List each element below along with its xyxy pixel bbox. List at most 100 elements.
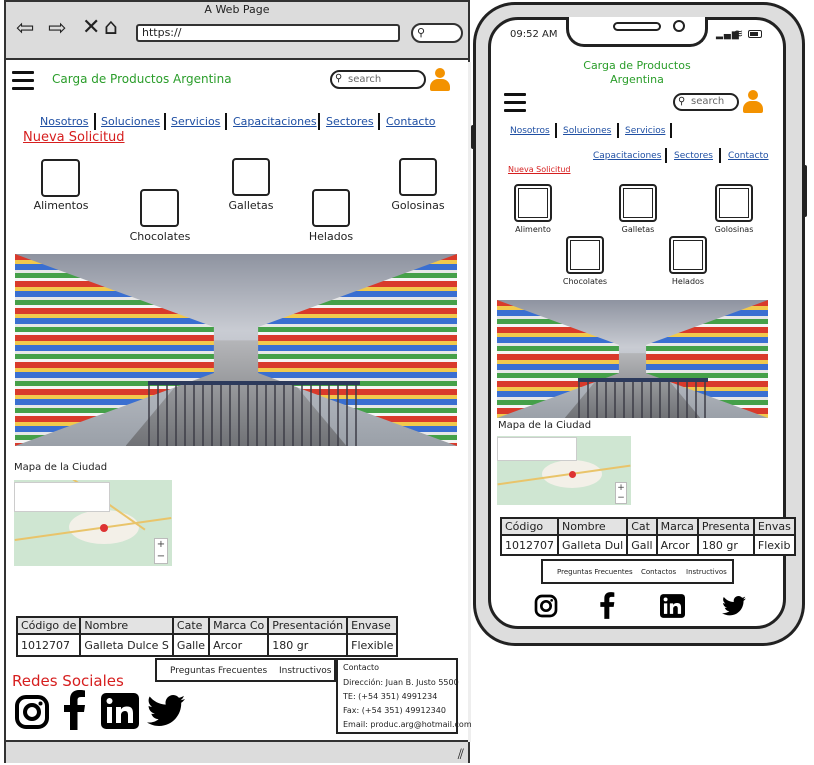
mobile-contact-link[interactable]: Contactos: [641, 568, 676, 576]
col-header: Cate: [171, 616, 211, 635]
category-alimentos-label: Alimentos: [33, 199, 89, 212]
home-icon[interactable]: ⌂: [104, 17, 118, 39]
mobile-category-chocolates-box[interactable]: [566, 236, 604, 274]
facebook-icon[interactable]: [62, 690, 86, 734]
mobile-product-table: Código Nombre Cat Marca Presenta Envas 1…: [500, 517, 796, 556]
contact-phone: TE: (+54 351) 4991234: [343, 692, 438, 701]
hamburger-menu-icon[interactable]: [12, 71, 34, 95]
mobile-footer-links-box: Preguntas Frecuentes Contactos Instructi…: [541, 559, 734, 584]
mobile-nav-link-nosotros[interactable]: Nosotros: [510, 126, 550, 136]
scrollbar[interactable]: [468, 62, 471, 742]
instagram-icon[interactable]: [14, 694, 50, 734]
mobile-nav-link-capacitaciones[interactable]: Capacitaciones: [593, 151, 661, 161]
table-cell: Galle: [171, 633, 211, 657]
mobile-map-title: Mapa de la Ciudad: [498, 420, 592, 431]
col-header: Marca: [655, 517, 699, 536]
table-header-row: Código Nombre Cat Marca Presenta Envas: [500, 517, 796, 536]
mobile-category-golosinas-label: Golosinas: [714, 225, 754, 234]
mobile-category-galletas-box[interactable]: [619, 184, 657, 222]
url-bar[interactable]: https://: [136, 24, 400, 42]
mobile-hamburger-menu-icon[interactable]: [504, 93, 526, 117]
category-helados-box[interactable]: [312, 189, 350, 227]
table-row[interactable]: 1012707 Galleta Dul Gall Arcor 180 gr Fl…: [500, 534, 796, 556]
table-cell: Flexib: [752, 534, 796, 556]
category-galletas-label: Galletas: [228, 199, 274, 212]
nav-link-soluciones[interactable]: Soluciones: [101, 115, 160, 128]
nav-separator: [318, 113, 320, 130]
battery-icon: [748, 30, 762, 38]
mobile-linkedin-icon[interactable]: [660, 594, 685, 622]
mobile-user-avatar-icon[interactable]: [743, 90, 763, 114]
nav-link-nosotros[interactable]: Nosotros: [40, 115, 88, 128]
browser-search-box[interactable]: ⚲: [411, 23, 463, 43]
linkedin-icon[interactable]: [101, 693, 139, 733]
nav-separator: [670, 123, 672, 138]
contact-email: Email: produc.arg@hotmail.com: [343, 720, 472, 729]
nav-separator: [719, 148, 721, 163]
mobile-search-input[interactable]: ⚲ search: [673, 93, 739, 111]
map-info-card: [14, 482, 110, 512]
mobile-city-map[interactable]: + −: [497, 436, 631, 505]
search-icon: ⚲: [417, 26, 426, 39]
nav-link-servicios[interactable]: Servicios: [171, 115, 220, 128]
mobile-category-alimento-label: Alimento: [515, 225, 551, 234]
category-chocolates-label: Chocolates: [129, 230, 191, 243]
contact-fax: Fax: (+54 351) 49912340: [343, 706, 446, 715]
col-header: Envase: [346, 616, 399, 635]
mobile-nav-link-servicios[interactable]: Servicios: [625, 126, 665, 136]
mobile-facebook-icon[interactable]: [599, 592, 615, 623]
wifi-icon: ≋: [734, 27, 744, 40]
mobile-instructions-link[interactable]: Instructivos: [686, 568, 727, 576]
mobile-nav-link-soluciones[interactable]: Soluciones: [563, 126, 611, 136]
nav-link-contacto[interactable]: Contacto: [386, 115, 436, 128]
table-cell: Arcor: [655, 534, 699, 556]
site-title: Carga de Productos Argentina: [52, 72, 232, 86]
faq-link[interactable]: Preguntas Frecuentes: [170, 666, 267, 676]
product-table: Código de Nombre Cate Marca Co Presentac…: [15, 616, 399, 657]
mobile-site-title: Carga de Productos Argentina: [570, 59, 704, 87]
mobile-instagram-icon[interactable]: [534, 594, 558, 622]
supermarket-aisle-image: [15, 254, 457, 446]
resize-grip-icon[interactable]: ⫽: [458, 747, 464, 763]
new-request-link[interactable]: Nueva Solicitud: [23, 130, 125, 145]
close-x-icon[interactable]: ✕: [82, 17, 100, 39]
col-header: Código de: [15, 616, 82, 635]
map-zoom-controls[interactable]: + −: [615, 482, 627, 504]
instructions-link[interactable]: Instructivos: [279, 666, 331, 676]
col-header: Código: [500, 517, 559, 536]
search-input[interactable]: ⚲ search: [330, 70, 426, 89]
nav-separator: [225, 113, 227, 130]
back-arrow-icon[interactable]: ⇦: [16, 18, 34, 40]
map-zoom-controls[interactable]: + −: [154, 538, 168, 564]
table-cell: Flexible: [346, 633, 399, 657]
twitter-icon[interactable]: [147, 695, 185, 731]
mobile-category-galletas-label: Galletas: [621, 225, 655, 234]
category-golosinas-box[interactable]: [399, 158, 437, 196]
category-galletas-box[interactable]: [232, 158, 270, 196]
city-map[interactable]: + −: [14, 480, 172, 566]
mobile-nav-link-sectores[interactable]: Sectores: [674, 151, 713, 161]
table-header-row: Código de Nombre Cate Marca Co Presentac…: [15, 616, 399, 635]
status-time: 09:52 AM: [510, 29, 558, 40]
nav-link-sectores[interactable]: Sectores: [326, 115, 374, 128]
category-alimentos-box[interactable]: [41, 159, 80, 197]
mobile-category-helados-box[interactable]: [669, 236, 707, 274]
mobile-nav-link-contacto[interactable]: Contacto: [728, 151, 769, 161]
mobile-faq-link[interactable]: Preguntas Frecuentes: [557, 568, 633, 576]
map-pin-icon: [569, 471, 576, 478]
category-helados-label: Helados: [308, 230, 354, 243]
table-cell: 1012707: [500, 534, 559, 556]
nav-link-capacitaciones[interactable]: Capacitaciones: [233, 115, 317, 128]
forward-arrow-icon[interactable]: ⇨: [48, 18, 66, 40]
search-icon: ⚲: [335, 73, 343, 84]
mobile-category-alimento-box[interactable]: [514, 184, 552, 222]
table-cell: 180 gr: [696, 534, 755, 556]
user-avatar-icon[interactable]: [430, 68, 450, 92]
mobile-twitter-icon[interactable]: [722, 596, 746, 620]
mobile-category-golosinas-box[interactable]: [715, 184, 753, 222]
table-row[interactable]: 1012707 Galleta Dulce S Galle Arcor 180 …: [15, 633, 399, 657]
category-chocolates-box[interactable]: [140, 189, 179, 227]
contact-title: Contacto: [343, 663, 380, 672]
mobile-new-request-link[interactable]: Nueva Solicitud: [508, 165, 570, 174]
nav-separator: [94, 113, 96, 130]
